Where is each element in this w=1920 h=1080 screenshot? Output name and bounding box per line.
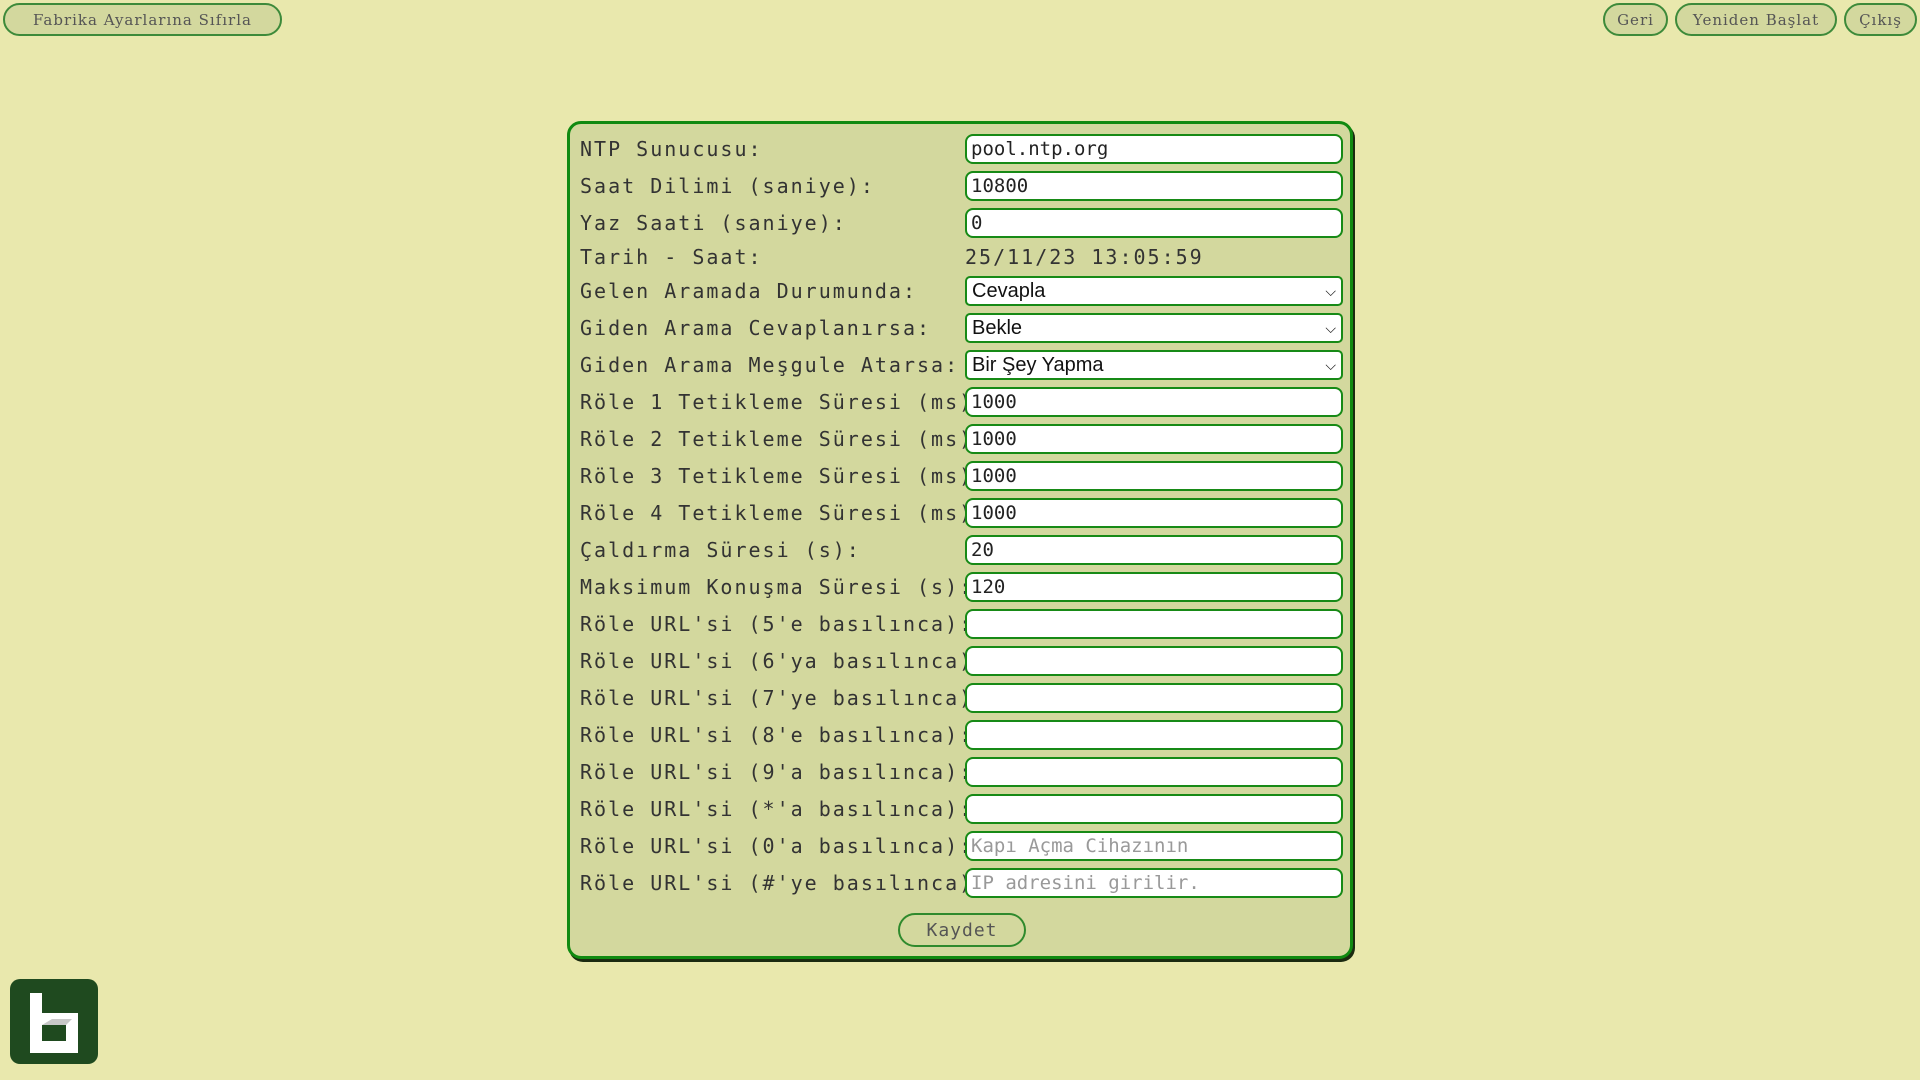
url-hash-row: Röle URL'si (#'ye basılınca): IP adresin…: [580, 868, 1343, 898]
url5-row: Röle URL'si (5'e basılınca):: [580, 609, 1343, 639]
chevron-down-icon: ⌵: [1325, 282, 1336, 299]
back-button[interactable]: Geri: [1603, 3, 1668, 36]
max-talk-row: Maksimum Konuşma Süresi (s): 120: [580, 572, 1343, 602]
max-talk-input[interactable]: 120: [965, 572, 1343, 602]
logout-button[interactable]: Çıkış: [1844, 3, 1917, 36]
factory-reset-button[interactable]: Fabrika Ayarlarına Sıfırla: [3, 3, 282, 36]
relay1-label: Röle 1 Tetikleme Süresi (ms):: [580, 390, 988, 414]
url7-label: Röle URL'si (7'ye basılınca):: [580, 686, 988, 710]
url6-row: Röle URL'si (6'ya basılınca):: [580, 646, 1343, 676]
url0-input[interactable]: Kapı Açma Cihazının: [965, 831, 1343, 861]
relay3-input[interactable]: 1000: [965, 461, 1343, 491]
timezone-row: Saat Dilimi (saniye): 10800: [580, 171, 1343, 201]
max-talk-label: Maksimum Konuşma Süresi (s):: [580, 575, 974, 599]
ntp-input[interactable]: pool.ntp.org: [965, 134, 1343, 164]
url0-label: Röle URL'si (0'a basılınca):: [580, 834, 974, 858]
incoming-call-selected: Cevapla: [972, 279, 1046, 302]
outgoing-answer-selected: Bekle: [972, 316, 1023, 339]
relay1-input[interactable]: 1000: [965, 387, 1343, 417]
relay2-row: Röle 2 Tetikleme Süresi (ms): 1000: [580, 424, 1343, 454]
outgoing-busy-row: Giden Arama Meşgule Atarsa: Bir Şey Yapm…: [580, 350, 1343, 380]
url7-input[interactable]: [965, 683, 1343, 713]
ring-duration-row: Çaldırma Süresi (s): 20: [580, 535, 1343, 565]
dst-label: Yaz Saati (saniye):: [580, 211, 847, 235]
relay4-row: Röle 4 Tetikleme Süresi (ms): 1000: [580, 498, 1343, 528]
url6-input[interactable]: [965, 646, 1343, 676]
url5-label: Röle URL'si (5'e basılınca):: [580, 612, 974, 636]
url-star-input[interactable]: [965, 794, 1343, 824]
logo-glyph: [30, 993, 78, 1053]
relay1-row: Röle 1 Tetikleme Süresi (ms): 1000: [580, 387, 1343, 417]
url9-input[interactable]: [965, 757, 1343, 787]
outgoing-answer-label: Giden Arama Cevaplanırsa:: [580, 316, 932, 340]
relay4-label: Röle 4 Tetikleme Süresi (ms):: [580, 501, 988, 525]
relay2-input[interactable]: 1000: [965, 424, 1343, 454]
outgoing-answer-select[interactable]: Bekle ⌵: [965, 313, 1343, 343]
timezone-input[interactable]: 10800: [965, 171, 1343, 201]
restart-button[interactable]: Yeniden Başlat: [1675, 3, 1837, 36]
outgoing-busy-label: Giden Arama Meşgule Atarsa:: [580, 353, 960, 377]
outgoing-busy-selected: Bir Şey Yapma: [972, 353, 1104, 376]
url-star-label: Röle URL'si (*'a basılınca):: [580, 797, 974, 821]
incoming-call-select[interactable]: Cevapla ⌵: [965, 276, 1343, 306]
ntp-row: NTP Sunucusu: pool.ntp.org: [580, 134, 1343, 164]
b-logo-icon: [10, 979, 98, 1064]
url6-label: Röle URL'si (6'ya basılınca):: [580, 649, 988, 673]
save-button[interactable]: Kaydet: [898, 913, 1026, 947]
url-star-row: Röle URL'si (*'a basılınca):: [580, 794, 1343, 824]
relay2-label: Röle 2 Tetikleme Süresi (ms):: [580, 427, 988, 451]
datetime-label: Tarih - Saat:: [580, 245, 763, 269]
relay3-label: Röle 3 Tetikleme Süresi (ms):: [580, 464, 988, 488]
url8-label: Röle URL'si (8'e basılınca):: [580, 723, 974, 747]
ntp-label: NTP Sunucusu:: [580, 137, 763, 161]
relay4-input[interactable]: 1000: [965, 498, 1343, 528]
ring-duration-input[interactable]: 20: [965, 535, 1343, 565]
dst-input[interactable]: 0: [965, 208, 1343, 238]
datetime-row: Tarih - Saat: 25/11/23 13:05:59: [580, 242, 1340, 272]
ring-duration-label: Çaldırma Süresi (s):: [580, 538, 861, 562]
incoming-call-row: Gelen Aramada Durumunda: Cevapla ⌵: [580, 276, 1343, 306]
dst-row: Yaz Saati (saniye): 0: [580, 208, 1343, 238]
incoming-call-label: Gelen Aramada Durumunda:: [580, 279, 917, 303]
url5-input[interactable]: [965, 609, 1343, 639]
chevron-down-icon: ⌵: [1325, 356, 1336, 373]
timezone-label: Saat Dilimi (saniye):: [580, 174, 875, 198]
url8-row: Röle URL'si (8'e basılınca):: [580, 720, 1343, 750]
datetime-value: 25/11/23 13:05:59: [965, 245, 1204, 269]
url-hash-input[interactable]: IP adresini girilir.: [965, 868, 1343, 898]
outgoing-answer-row: Giden Arama Cevaplanırsa: Bekle ⌵: [580, 313, 1343, 343]
url9-label: Röle URL'si (9'a basılınca):: [580, 760, 974, 784]
url8-input[interactable]: [965, 720, 1343, 750]
outgoing-busy-select[interactable]: Bir Şey Yapma ⌵: [965, 350, 1343, 380]
chevron-down-icon: ⌵: [1325, 319, 1336, 336]
url-hash-label: Röle URL'si (#'ye basılınca):: [580, 871, 988, 895]
url7-row: Röle URL'si (7'ye basılınca):: [580, 683, 1343, 713]
url9-row: Röle URL'si (9'a basılınca):: [580, 757, 1343, 787]
settings-panel: NTP Sunucusu: pool.ntp.org Saat Dilimi (…: [567, 121, 1353, 959]
url0-row: Röle URL'si (0'a basılınca): Kapı Açma C…: [580, 831, 1343, 861]
relay3-row: Röle 3 Tetikleme Süresi (ms): 1000: [580, 461, 1343, 491]
